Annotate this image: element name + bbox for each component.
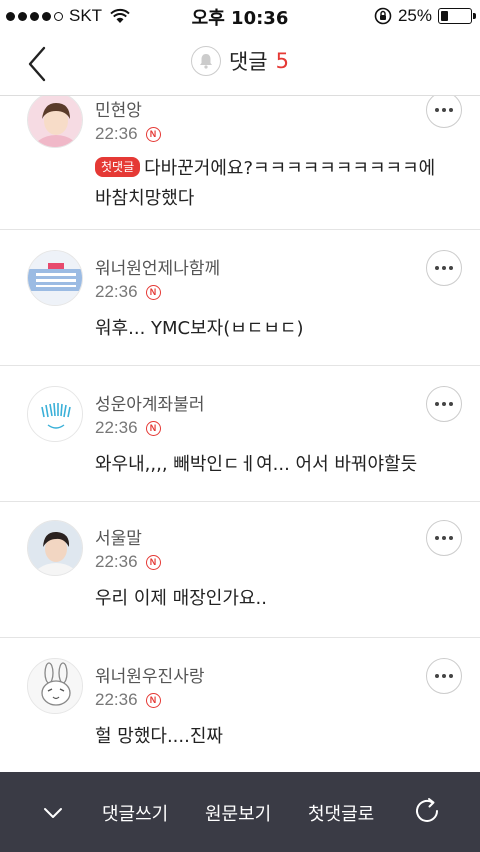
new-badge: N — [145, 554, 161, 570]
first-comment-badge: 첫댓글 — [95, 157, 141, 177]
comment-username[interactable]: 워너원우진사랑 — [95, 662, 204, 687]
avatar[interactable] — [27, 658, 83, 714]
comment-meta: 22:36 N — [95, 552, 161, 572]
chevron-down-icon[interactable] — [40, 800, 66, 826]
comment-time: 22:36 — [95, 282, 138, 301]
comment-time: 22:36 — [95, 418, 138, 437]
comment-item: 워너원언제나함께 22:36 N 워후... YMC보자(ㅂㄷㅂㄷ) — [0, 230, 480, 366]
new-badge: N — [145, 126, 161, 142]
comment-body: 다바꾼거에요?ㅋㅋㅋㅋㅋㅋㅋㅋㅋㅋ에 바참치망했다 — [95, 158, 436, 209]
write-comment-button[interactable]: 댓글쓰기 — [102, 800, 168, 826]
battery-percent: 25% — [397, 6, 432, 25]
comment-username[interactable]: 워너원언제나함께 — [95, 254, 220, 279]
avatar[interactable] — [27, 520, 83, 576]
comment-item: 워너원우진사랑 22:36 N 헐 망했다....진짜 — [0, 638, 480, 772]
comment-time: 22:36 — [95, 124, 138, 143]
new-badge: N — [145, 284, 161, 300]
comment-time: 22:36 — [95, 690, 138, 709]
comment-text: 워후... YMC보자(ㅂㄷㅂㄷ) — [95, 318, 304, 339]
comment-text: 와우내,,,, 빼박인ㄷㅔ여... 어서 바꿔야할듯 — [95, 454, 418, 475]
title-text: 댓글 — [228, 50, 268, 74]
comment-list[interactable]: 민현앙 22:36 N 첫댓글 다바꾼거에요?ㅋㅋㅋㅋㅋㅋㅋㅋㅋㅋ에 바참치망했다… — [0, 96, 480, 772]
new-badge: N — [145, 420, 161, 436]
avatar[interactable] — [27, 386, 83, 442]
comment-meta: 22:36 N — [95, 282, 161, 302]
battery-icon — [438, 8, 476, 24]
comment-meta: 22:36 N — [95, 690, 161, 710]
more-options-button[interactable] — [426, 96, 462, 128]
comment-time: 22:36 — [95, 552, 138, 571]
comment-username[interactable]: 민현앙 — [95, 96, 142, 121]
comment-item: 서울말 22:36 N 우리 이제 매장인가요.. — [0, 502, 480, 638]
view-original-button[interactable]: 원문보기 — [205, 800, 271, 826]
bell-icon — [199, 54, 212, 69]
comment-text: 우리 이제 매장인가요.. — [95, 588, 267, 609]
comment-username[interactable]: 성운아계좌불러 — [95, 390, 204, 415]
notification-bell-button[interactable] — [190, 46, 221, 76]
more-options-button[interactable] — [426, 250, 462, 286]
comment-meta: 22:36 N — [95, 124, 161, 144]
first-comment-button[interactable]: 첫댓글로 — [308, 800, 374, 826]
page-title: 댓글 5 — [0, 46, 480, 76]
comment-item: 민현앙 22:36 N 첫댓글 다바꾼거에요?ㅋㅋㅋㅋㅋㅋㅋㅋㅋㅋ에 바참치망했다 — [0, 96, 480, 230]
new-badge: N — [145, 692, 161, 708]
comment-item: 성운아계좌불러 22:36 N 와우내,,,, 빼박인ㄷㅔ여... 어서 바꿔야… — [0, 366, 480, 502]
more-options-button[interactable] — [426, 386, 462, 422]
more-options-button[interactable] — [426, 520, 462, 556]
avatar[interactable] — [27, 96, 83, 148]
more-options-button[interactable] — [426, 658, 462, 694]
comment-username[interactable]: 서울말 — [95, 524, 142, 549]
comment-text: 첫댓글 다바꾼거에요?ㅋㅋㅋㅋㅋㅋㅋㅋㅋㅋ에 바참치망했다 — [95, 154, 450, 214]
refresh-icon[interactable] — [410, 794, 444, 828]
avatar[interactable] — [27, 250, 83, 306]
comment-meta: 22:36 N — [95, 418, 161, 438]
rotation-lock-icon — [374, 7, 392, 25]
bottom-toolbar: 댓글쓰기 원문보기 첫댓글로 — [0, 772, 480, 852]
status-right: 25% — [374, 5, 476, 27]
header: 댓글 5 — [0, 32, 480, 96]
status-bar: SKT 오후 10:36 25% — [0, 0, 480, 32]
comment-count: 5 — [275, 49, 289, 73]
comment-text: 헐 망했다....진짜 — [95, 726, 223, 747]
